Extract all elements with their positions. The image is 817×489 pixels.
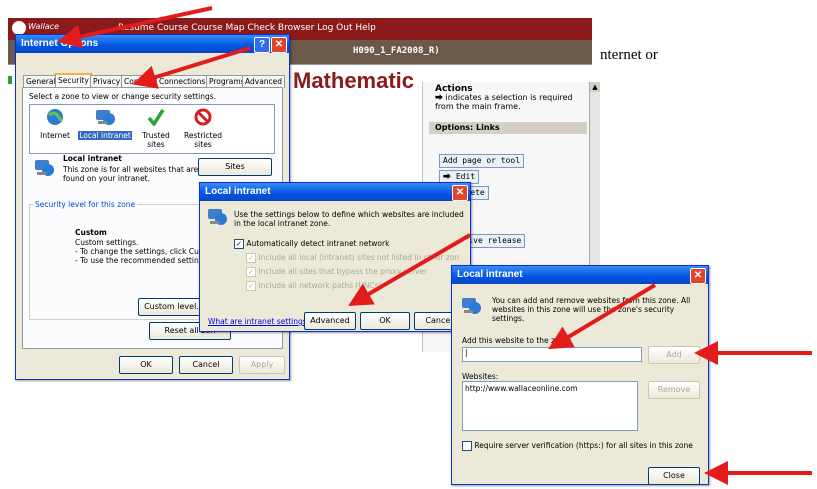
custom-line-3: - To use the recommended settings, <box>75 256 210 265</box>
intranet-computer-icon <box>208 209 227 225</box>
help-icon[interactable]: ? <box>254 37 270 53</box>
zone-restricted-sites-label: Restricted sites <box>184 131 222 149</box>
ok-button[interactable]: OK <box>119 356 173 374</box>
scroll-up-icon[interactable]: ▲ <box>590 82 600 92</box>
custom-title: Custom <box>75 228 107 237</box>
page-heading: Mathematic <box>293 68 415 93</box>
course-code: H090_1_FA2008_R) <box>353 46 440 56</box>
zone-local-intranet-label: Local intranet <box>78 131 132 140</box>
apply-button[interactable]: Apply <box>239 356 285 374</box>
website-item[interactable]: http://www.wallaceonline.com <box>465 384 635 393</box>
green-marker-icon <box>8 76 12 84</box>
options-links-header: Options: Links <box>429 122 587 134</box>
option-bypass-proxy[interactable]: ✓ Include all sites that bypass the prox… <box>246 267 427 277</box>
local-intranet-titlebar: Local intranet ✕ <box>200 183 470 201</box>
intranet-sites-title: Local intranet <box>457 269 523 280</box>
required-note-text: indicates a selection is required from t… <box>435 93 573 111</box>
checkbox-disabled-icon: ✓ <box>246 253 256 263</box>
option-bypass-proxy-label: Include all sites that bypass the proxy … <box>258 267 428 276</box>
custom-line-1: Custom settings. <box>75 238 139 247</box>
zone-internet[interactable]: Internet <box>33 108 77 152</box>
internet-options-title: Internet Options <box>21 38 99 49</box>
option-local-sites-label: Include all local (intranet) sites not l… <box>258 253 460 262</box>
zone-local-intranet[interactable]: Local intranet <box>78 108 132 152</box>
intranet-computer-icon <box>96 110 115 125</box>
arrow-indicator-icon: ⮕ <box>435 93 443 102</box>
local-intranet-title: Local intranet <box>205 186 271 197</box>
internet-options-titlebar: Internet Options ? ✕ <box>16 35 289 53</box>
close-icon[interactable]: ✕ <box>271 37 287 53</box>
intranet-computer-icon <box>462 298 481 314</box>
zone-trusted-sites-label: Trusted sites <box>142 131 170 149</box>
websites-list[interactable]: http://www.wallaceonline.com <box>462 381 638 431</box>
cancel-button[interactable]: Cancel <box>179 356 233 374</box>
document-text: nternet or <box>600 47 658 63</box>
websites-label: Websites: <box>462 372 499 381</box>
local-intranet-sites-dialog: Local intranet ✕ You can add and remove … <box>451 265 709 485</box>
local-intranet-settings-dialog: Local intranet ✕ Use the settings below … <box>199 182 471 332</box>
intranet-computer-icon-large <box>35 160 54 176</box>
add-page-button[interactable]: Add page or tool <box>439 154 525 168</box>
wallace-logo-icon <box>12 21 26 35</box>
zone-internet-label: Internet <box>40 131 70 140</box>
wallace-logo-text: Wallace <box>28 22 60 31</box>
restricted-icon <box>194 108 212 126</box>
close-button[interactable]: Close <box>648 467 700 485</box>
add-site-input[interactable]: | <box>462 347 642 362</box>
require-https-label: Require server verification (https:) for… <box>474 441 693 450</box>
option-unc-paths[interactable]: ✓ Include all network paths (UNCs) <box>246 281 382 291</box>
close-icon[interactable]: ✕ <box>690 268 706 284</box>
checkmark-icon <box>147 109 165 126</box>
sites-intro: You can add and remove websites from thi… <box>492 296 691 323</box>
zone-prompt: Select a zone to view or change security… <box>29 92 217 101</box>
require-https-checkbox[interactable]: Require server verification (https:) for… <box>462 441 693 451</box>
intranet-intro: Use the settings below to define which w… <box>234 210 464 228</box>
close-icon[interactable]: ✕ <box>452 185 468 201</box>
security-level-label: Security level for this zone <box>33 200 138 209</box>
course-nav-links[interactable]: Resume Course Course Map Check Browser L… <box>118 23 376 33</box>
option-local-sites[interactable]: ✓ Include all local (intranet) sites not… <box>246 253 468 263</box>
auto-detect-checkbox[interactable]: ✓ Automatically detect intranet network <box>234 239 389 249</box>
custom-line-2: - To change the settings, click Custo <box>75 247 211 256</box>
option-unc-paths-label: Include all network paths (UNCs) <box>258 281 382 290</box>
auto-detect-label: Automatically detect intranet network <box>246 239 390 248</box>
selected-zone-desc: This zone is for all websites that are f… <box>63 165 199 183</box>
intranet-help-link[interactable]: What are intranet settings? <box>208 317 311 326</box>
checkbox-unchecked-icon[interactable] <box>462 441 472 451</box>
intranet-ok-button[interactable]: OK <box>360 312 410 330</box>
checkbox-disabled-icon: ✓ <box>246 281 256 291</box>
advanced-button[interactable]: Advanced <box>304 312 356 330</box>
remove-site-button[interactable]: Remove <box>648 381 700 399</box>
sites-button[interactable]: Sites <box>198 158 272 176</box>
add-site-label: Add this website to the zone: <box>462 336 572 345</box>
add-site-button[interactable]: Add <box>648 346 700 364</box>
checkbox-checked-icon[interactable]: ✓ <box>234 239 244 249</box>
zone-trusted-sites[interactable]: Trusted sites <box>133 108 179 152</box>
intranet-sites-titlebar: Local intranet ✕ <box>452 266 708 284</box>
selected-zone-title: Local intranet <box>63 154 122 163</box>
zone-restricted-sites[interactable]: Restricted sites <box>183 108 223 152</box>
actions-required-note: ⮕ indicates a selection is required from… <box>435 93 585 111</box>
checkbox-disabled-icon: ✓ <box>246 267 256 277</box>
globe-icon <box>47 109 64 125</box>
